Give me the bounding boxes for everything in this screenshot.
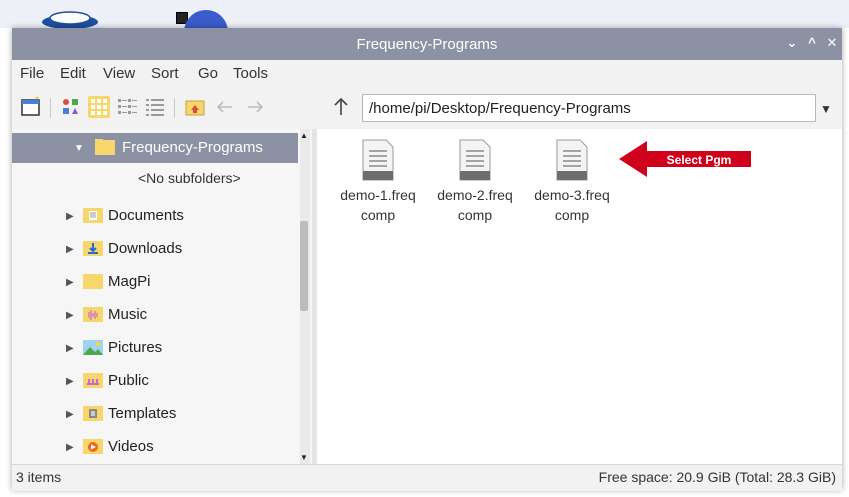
collapsed-arrow-icon[interactable]: ▶ bbox=[66, 244, 74, 255]
collapsed-arrow-icon[interactable]: ▶ bbox=[66, 310, 74, 321]
videos-folder-icon bbox=[83, 439, 103, 454]
status-bar: 3 items Free space: 20.9 GiB (Total: 28.… bbox=[12, 464, 842, 491]
sidebar-item-frequency-programs[interactable]: ▼ Frequency-Programs bbox=[12, 133, 298, 163]
toolbar: /home/pi/Desktop/Frequency-Programs ▼ bbox=[12, 88, 842, 128]
collapsed-arrow-icon[interactable]: ▶ bbox=[66, 409, 74, 420]
file-item[interactable]: demo-3.freq comp bbox=[524, 139, 620, 225]
new-window-icon[interactable] bbox=[20, 96, 42, 118]
maximize-icon[interactable]: ^ bbox=[804, 35, 820, 50]
toolbar-separator bbox=[174, 98, 175, 118]
downloads-folder-icon bbox=[83, 241, 103, 256]
up-arrow-icon[interactable] bbox=[330, 96, 352, 118]
menu-file[interactable]: File bbox=[20, 65, 44, 82]
music-folder-icon bbox=[83, 307, 103, 322]
list-view-icon[interactable] bbox=[144, 96, 166, 118]
window-title: Frequency-Programs bbox=[356, 36, 498, 53]
file-manager-window: Frequency-Programs ⌄ ^ ✕ File Edit View … bbox=[12, 28, 842, 491]
collapsed-arrow-icon[interactable]: ▶ bbox=[66, 211, 74, 222]
text-file-icon bbox=[556, 139, 588, 181]
title-bar[interactable]: Frequency-Programs ⌄ ^ ✕ bbox=[12, 28, 842, 60]
sidebar-item-downloads[interactable]: ▶ Downloads bbox=[12, 234, 298, 264]
sidebar-item-music[interactable]: ▶ Music bbox=[12, 300, 298, 330]
expanded-arrow-icon[interactable]: ▼ bbox=[74, 143, 84, 154]
desktop-cloud-icon[interactable] bbox=[40, 8, 100, 30]
close-icon[interactable]: ✕ bbox=[824, 35, 840, 51]
sidebar-item-label: Pictures bbox=[108, 339, 163, 356]
file-name: demo-1.freq comp bbox=[340, 187, 416, 223]
collapsed-arrow-icon[interactable]: ▶ bbox=[66, 277, 74, 288]
sidebar-item-documents[interactable]: ▶ Documents bbox=[12, 201, 298, 231]
sidebar-item-label: Documents bbox=[108, 207, 184, 224]
collapsed-arrow-icon[interactable]: ▶ bbox=[66, 442, 74, 453]
path-text: /home/pi/Desktop/Frequency-Programs bbox=[369, 100, 631, 117]
minimize-icon[interactable]: ⌄ bbox=[784, 35, 800, 51]
sidebar-item-label: Music bbox=[108, 306, 148, 323]
toolbar-separator bbox=[50, 98, 51, 118]
file-name: demo-3.freq comp bbox=[534, 187, 610, 223]
scroll-up-icon[interactable]: ▲ bbox=[300, 131, 308, 140]
collapsed-arrow-icon[interactable]: ▶ bbox=[66, 343, 74, 354]
thumbnail-view-icon[interactable] bbox=[60, 96, 82, 118]
menu-tools[interactable]: Tools bbox=[233, 65, 268, 82]
item-count: 3 items bbox=[16, 469, 62, 485]
pictures-folder-icon bbox=[83, 340, 103, 355]
sidebar-item-pictures[interactable]: ▶ Pictures bbox=[12, 333, 298, 363]
public-folder-icon bbox=[83, 373, 103, 388]
collapsed-arrow-icon[interactable]: ▶ bbox=[66, 376, 74, 387]
compact-view-icon[interactable] bbox=[116, 96, 138, 118]
documents-folder-icon bbox=[83, 208, 103, 223]
path-input[interactable]: /home/pi/Desktop/Frequency-Programs bbox=[362, 94, 816, 122]
templates-folder-icon bbox=[83, 406, 103, 421]
scrollbar-thumb[interactable] bbox=[300, 221, 308, 311]
menu-view[interactable]: View bbox=[103, 65, 135, 82]
menu-bar: File Edit View Sort Go Tools bbox=[12, 60, 842, 88]
menu-edit[interactable]: Edit bbox=[60, 65, 86, 82]
free-space: Free space: 20.9 GiB (Total: 28.3 GiB) bbox=[598, 469, 836, 485]
back-arrow-icon[interactable] bbox=[214, 96, 236, 118]
sidebar-item-label: Public bbox=[108, 372, 149, 389]
file-item[interactable]: demo-2.freq comp bbox=[427, 139, 523, 225]
menu-go[interactable]: Go bbox=[198, 65, 218, 82]
file-name: demo-2.freq comp bbox=[437, 187, 513, 223]
sidebar-item-templates[interactable]: ▶ Templates bbox=[12, 399, 298, 429]
forward-arrow-icon[interactable] bbox=[244, 96, 266, 118]
no-subfolders-label: <No subfolders> bbox=[138, 170, 241, 186]
sidebar-item-videos[interactable]: ▶ Videos bbox=[12, 432, 298, 462]
text-file-icon bbox=[362, 139, 394, 181]
sidebar-item-label: Templates bbox=[108, 405, 177, 422]
folder-icon bbox=[83, 274, 103, 289]
file-view: demo-1.freq comp demo-2.freq comp demo-3.f… bbox=[317, 129, 842, 464]
annotation-text: Select Pgm bbox=[667, 153, 732, 167]
icon-view-icon[interactable] bbox=[88, 96, 110, 118]
path-dropdown-icon[interactable]: ▼ bbox=[820, 102, 832, 116]
desktop-background bbox=[0, 0, 849, 38]
sidebar-item-label: Downloads bbox=[108, 240, 183, 257]
menu-sort[interactable]: Sort bbox=[151, 65, 179, 82]
sidebar-item-magpi[interactable]: ▶ MagPi bbox=[12, 267, 298, 297]
sidebar-item-label: Frequency-Programs bbox=[122, 139, 263, 156]
text-file-icon bbox=[459, 139, 491, 181]
select-pgm-arrow-annotation: Select Pgm bbox=[619, 141, 751, 177]
file-item[interactable]: demo-1.freq comp bbox=[330, 139, 426, 225]
sidebar-item-public[interactable]: ▶ Public bbox=[12, 366, 298, 396]
home-icon[interactable] bbox=[184, 96, 206, 118]
sidebar-item-label: MagPi bbox=[108, 273, 151, 290]
scroll-down-icon[interactable]: ▼ bbox=[300, 453, 308, 462]
folder-icon bbox=[95, 139, 115, 155]
sidebar-tree: ▼ Frequency-Programs <No subfolders> ▶ D… bbox=[12, 129, 312, 464]
sidebar-item-label: Videos bbox=[108, 438, 154, 455]
